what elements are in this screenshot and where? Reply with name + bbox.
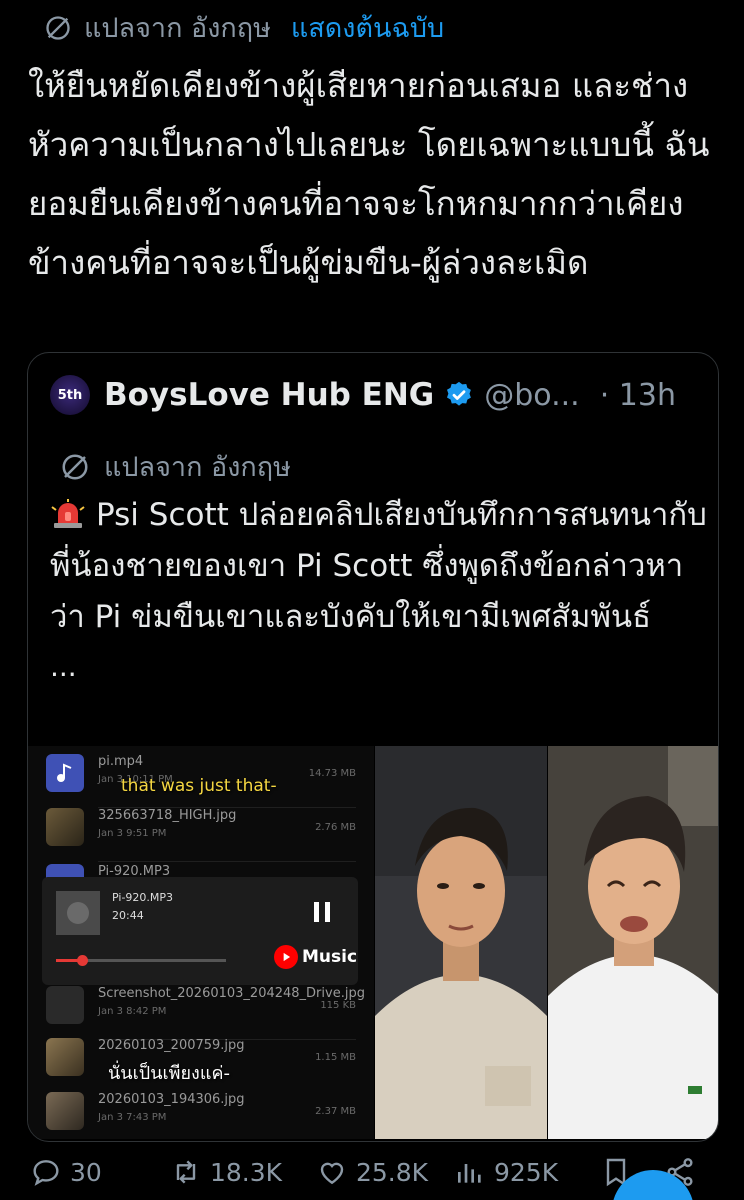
- file-name: 20260103_200759.jpg: [98, 1038, 245, 1053]
- show-original-link[interactable]: แสดงต้นฉบับ: [291, 6, 444, 49]
- progress-knob[interactable]: [76, 955, 88, 966]
- avatar[interactable]: 5th: [50, 375, 90, 415]
- youtube-music-badge: Music: [274, 945, 357, 969]
- quoted-post[interactable]: 5th BoysLove Hub ENG @bo... · 13h แปลจาก…: [27, 352, 719, 1142]
- reply-count: 30: [70, 1157, 102, 1187]
- pause-icon[interactable]: [312, 901, 332, 923]
- subtitle-bottom: นั่นเป็นเพียงแค่-: [108, 1063, 230, 1084]
- translate-icon: [46, 15, 70, 40]
- quote-translated-from-label: แปลจาก อังกฤษ: [104, 452, 291, 483]
- file-size: 14.73 MB: [308, 768, 356, 779]
- heart-icon: [320, 1162, 344, 1185]
- quote-text: Psi Scott ปล่อยคลิปเสียงบันทึกการสนทนากั…: [50, 497, 707, 635]
- photo-left[interactable]: [375, 746, 547, 1139]
- youtube-music-icon: [274, 945, 298, 969]
- image-thumbnail: [46, 986, 84, 1024]
- tweet-text: ให้ยืนหยัดเคียงข้างผู้เสียหายก่อนเสมอ แล…: [28, 66, 710, 282]
- player-track-name: Pi-920.MP3: [112, 891, 174, 904]
- quote-translate-row: แปลจาก อังกฤษ: [60, 445, 291, 488]
- file-date: Jan 3 8:42 PM: [98, 1006, 167, 1017]
- repost-count: 18.3K: [210, 1157, 283, 1187]
- file-name: Screenshot_20260103_204248_Drive.jpg: [98, 986, 365, 1001]
- file-size: 2.37 MB: [315, 1106, 356, 1117]
- translate-icon: [62, 454, 88, 479]
- quote-media[interactable]: pi.mp4 Jan 3 10:11 PM 14.73 MB 325663718…: [28, 746, 718, 1139]
- reply-icon: [33, 1160, 59, 1186]
- like-button[interactable]: 25.8K: [316, 1156, 428, 1188]
- person-photo-left: [375, 746, 547, 1139]
- person-photo-right: [548, 746, 718, 1139]
- quote-header: 5th BoysLove Hub ENG @bo... · 13h: [50, 375, 700, 415]
- file-row: Screenshot_20260103_204248_Drive.jpg Jan…: [46, 980, 365, 1040]
- youtube-music-label: Music: [302, 947, 358, 967]
- siren-emoji-icon: [51, 499, 85, 528]
- translate-row: แปลจาก อังกฤษ แสดงต้นฉบับ: [44, 6, 444, 49]
- quote-timestamp[interactable]: · 13h: [600, 378, 676, 413]
- file-size: 2.76 MB: [315, 822, 356, 833]
- file-name: 325663718_HIGH.jpg: [98, 808, 237, 823]
- file-date: Jan 3 7:43 PM: [98, 1112, 167, 1123]
- image-thumbnail: [46, 1038, 84, 1076]
- progress-track[interactable]: [56, 955, 226, 966]
- file-row: 20260103_194306.jpg Jan 3 7:43 PM 2.37 M…: [46, 1086, 356, 1139]
- file-name: 20260103_194306.jpg: [98, 1092, 245, 1107]
- quote-handle[interactable]: @bo...: [484, 378, 579, 413]
- photo-right[interactable]: [548, 746, 718, 1139]
- quote-more[interactable]: ...: [50, 647, 710, 687]
- translated-from-label: แปลจาก อังกฤษ: [84, 13, 271, 44]
- file-name: pi.mp4: [98, 754, 144, 769]
- like-count: 25.8K: [356, 1157, 429, 1187]
- image-thumbnail: [46, 1092, 84, 1130]
- file-size: 1.15 MB: [315, 1052, 356, 1063]
- image-thumbnail: [46, 808, 84, 846]
- reply-button[interactable]: 30: [30, 1156, 102, 1188]
- views-icon: [458, 1164, 481, 1183]
- verified-badge-icon: [447, 381, 472, 406]
- file-date: Jan 3 9:51 PM: [98, 828, 167, 839]
- file-size: 115 KB: [320, 1000, 356, 1011]
- video-screenshot[interactable]: pi.mp4 Jan 3 10:11 PM 14.73 MB 325663718…: [28, 746, 374, 1139]
- subtitle-top: that was just that-: [121, 776, 277, 796]
- music-file-icon: [46, 754, 84, 792]
- quote-display-name[interactable]: BoysLove Hub ENG: [104, 377, 434, 413]
- file-row: 325663718_HIGH.jpg Jan 3 9:51 PM 2.76 MB: [46, 802, 356, 862]
- repost-icon: [176, 1160, 196, 1184]
- repost-button[interactable]: 18.3K: [170, 1156, 282, 1188]
- album-art: [56, 891, 100, 935]
- views-count: 925K: [494, 1157, 559, 1187]
- quote-text-block: Psi Scott ปล่อยคลิปเสียงบันทึกการสนทนากั…: [50, 490, 710, 687]
- views-button[interactable]: 925K: [454, 1156, 558, 1188]
- music-player[interactable]: Pi-920.MP3 20:44 Music: [42, 877, 358, 985]
- player-duration: 20:44: [112, 909, 144, 922]
